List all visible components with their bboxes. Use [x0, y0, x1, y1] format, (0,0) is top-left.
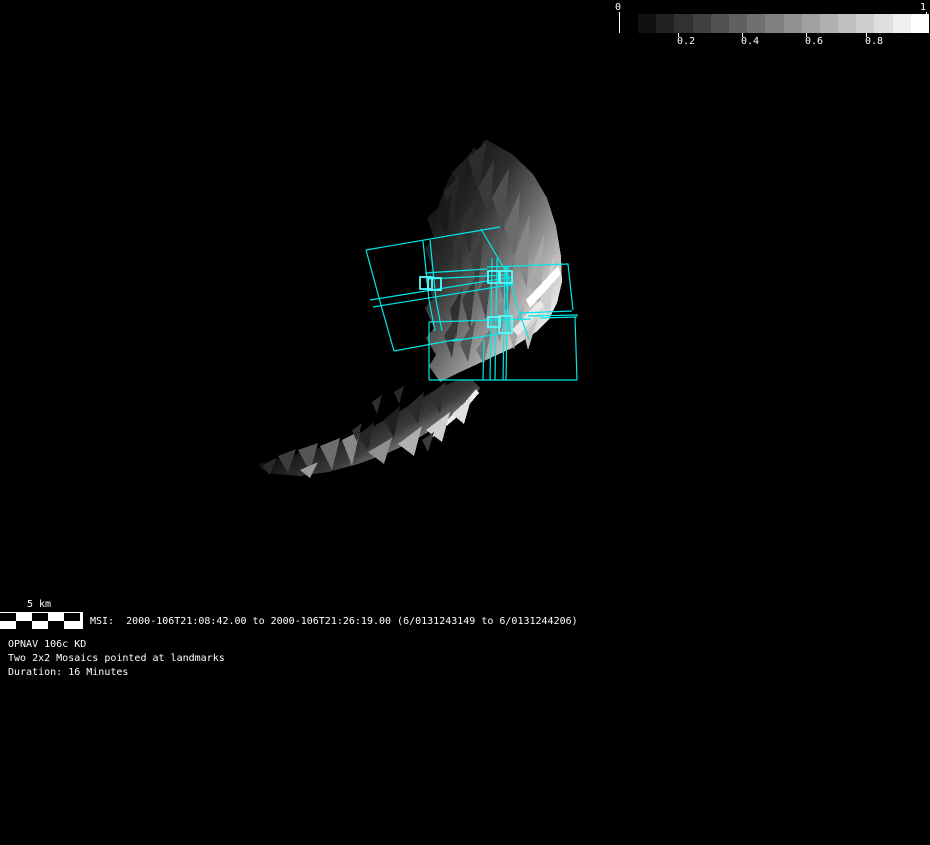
asteroid-facet — [372, 395, 382, 414]
colorbar-step — [819, 14, 839, 33]
colorbar-step — [710, 14, 729, 33]
visualization-canvas: 0 1 0.2 0.4 0.6 0.8 5 km MSI: 2000-106T21:0… — [0, 0, 930, 845]
asteroid-facet — [394, 386, 404, 404]
colorbar-min-tickline — [619, 12, 620, 33]
colorbar-tick-label: 0.2 — [677, 36, 696, 47]
scale-bar — [0, 612, 83, 629]
colorbar-tick-label: 0.8 — [865, 36, 884, 47]
asteroid-shape-model — [258, 140, 562, 478]
scalebar-cell — [0, 613, 16, 621]
colorbar-step — [747, 14, 766, 33]
scalebar-cell — [64, 621, 80, 629]
asteroid-facet — [422, 432, 434, 452]
opnav-title: OPNAV 106c KD — [8, 639, 87, 650]
colorbar-step — [874, 14, 893, 33]
mosaic-frame-edge — [574, 316, 578, 381]
msi-time-range: MSI: 2000-106T21:08:42.00 to 2000-106T21… — [90, 616, 578, 627]
scalebar-label: 5 km — [27, 599, 52, 610]
asteroid-mosaic-scene — [258, 140, 579, 478]
colorbar-step — [692, 14, 711, 33]
colorbar-step — [674, 14, 693, 33]
colorbar-tick-label: 0.6 — [805, 36, 824, 47]
duration-label: Duration: 16 Minutes — [8, 667, 129, 678]
scalebar-cell — [48, 621, 64, 629]
colorbar-step — [856, 14, 875, 33]
scalebar-cell — [32, 613, 48, 621]
scalebar-cell — [16, 613, 32, 621]
colorbar-step — [765, 14, 784, 33]
scalebar-cell — [64, 613, 80, 621]
scalebar-cell — [0, 621, 16, 629]
colorbar-step — [638, 14, 657, 33]
colorbar-step — [801, 14, 820, 33]
scalebar-cell — [32, 621, 48, 629]
colorbar-step — [838, 14, 857, 33]
scalebar-cell — [16, 621, 32, 629]
colorbar-step — [910, 14, 929, 33]
colorbar-bar — [638, 14, 929, 33]
scalebar-cell — [48, 613, 64, 621]
colorbar-step — [783, 14, 802, 33]
colorbar-tick-label: 0.4 — [741, 36, 760, 47]
colorbar-step — [656, 14, 675, 33]
colorbar-step — [728, 14, 748, 33]
colorbar-step — [892, 14, 911, 33]
scalebar-right-edge — [80, 612, 83, 629]
mosaic-description: Two 2x2 Mosaics pointed at landmarks — [8, 653, 225, 664]
